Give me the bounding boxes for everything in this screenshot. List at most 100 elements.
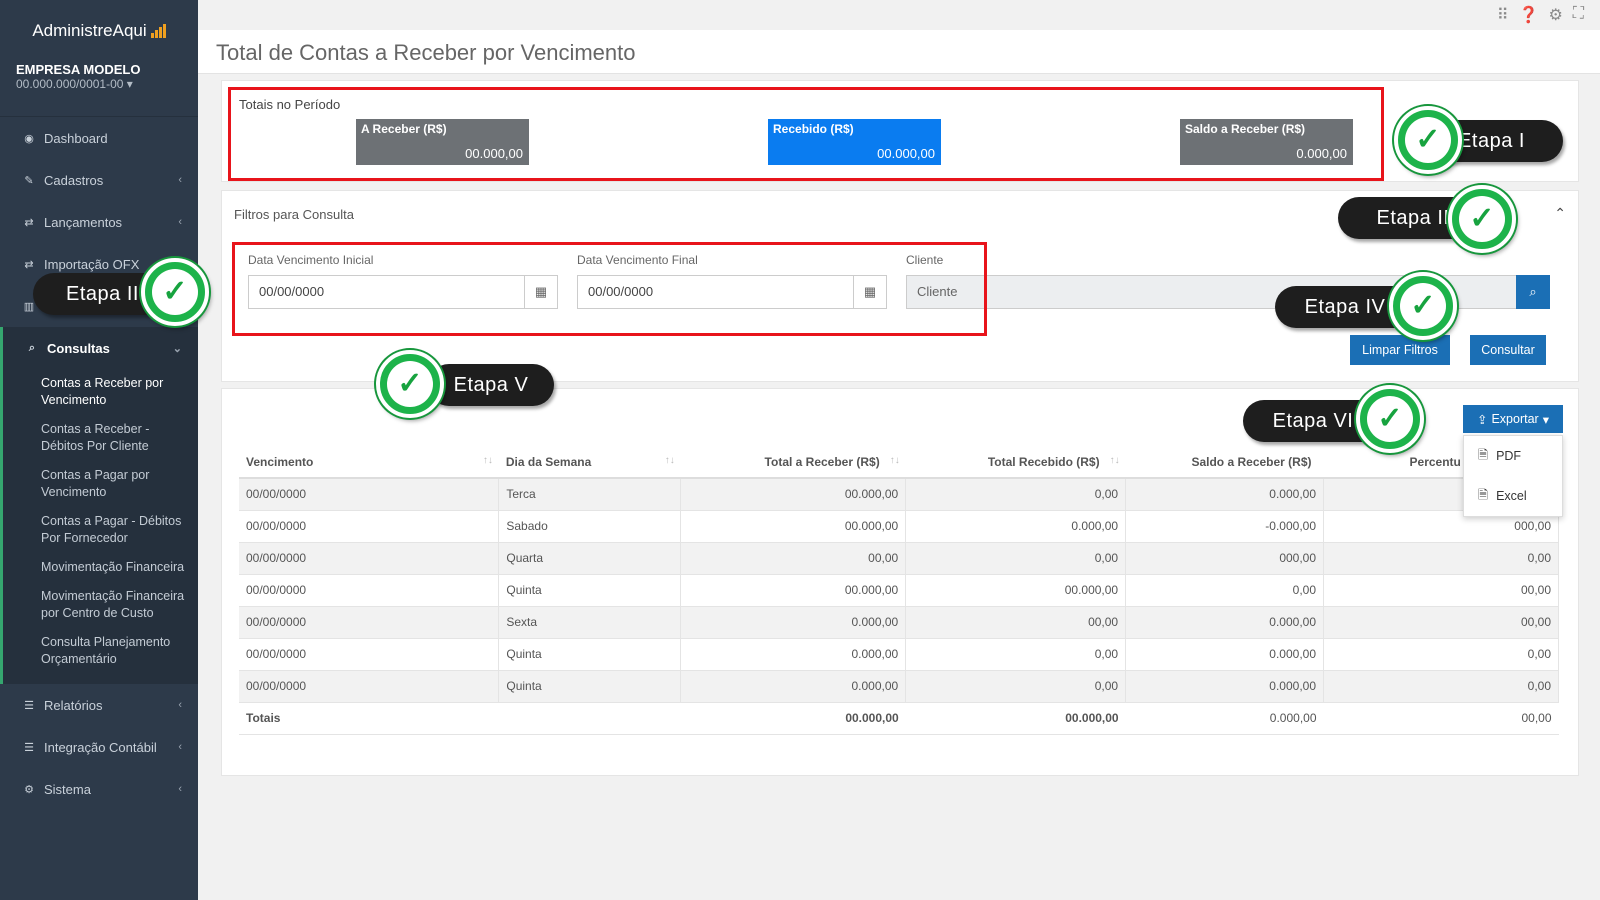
company-selector[interactable]: EMPRESA MODELO 00.000.000/0001-00 ▾: [0, 62, 198, 114]
cell-total-recebido: 0.000,00: [905, 510, 1127, 543]
expand-icon[interactable]: ⛶: [1573, 5, 1584, 25]
sidebar: AdministreAqui EMPRESA MODELO 00.000.000…: [0, 0, 198, 900]
table-row[interactable]: 00/00/0000 Quarta 00,00 0,00 000,00 0,00: [239, 542, 1559, 575]
cell-total-recebido: 00.000,00: [905, 574, 1127, 607]
search-icon: ⌕: [1529, 284, 1537, 299]
col-vencimento[interactable]: Vencimento ↑↓: [239, 446, 499, 479]
table-row[interactable]: 00/00/0000 Sabado 00.000,00 0.000,00 -0.…: [239, 510, 1559, 543]
sort-icon: ↑↓: [1109, 455, 1120, 466]
caret-down-icon: ▾: [126, 77, 133, 91]
sidebar-item-label: Relatórios: [44, 697, 103, 713]
cell-total-receber: 0.000,00: [680, 606, 907, 639]
highlight-box-dates: [232, 242, 987, 336]
cell-total-recebido: 0,00: [905, 478, 1127, 511]
sidebar-item-cadastros[interactable]: ✎ Cadastros ‹: [0, 159, 198, 201]
cell-vencimento: 00/00/0000: [239, 574, 500, 607]
cell-total-receber: 00.000,00: [680, 478, 907, 511]
sort-icon: ↑↓: [664, 455, 675, 466]
gear-icon[interactable]: ⚙: [1548, 5, 1562, 25]
check-icon: ✓: [141, 258, 209, 326]
caret-down-icon: ▾: [1542, 412, 1549, 427]
brand-name: AdministreAqui: [32, 21, 147, 40]
edit-icon: ✎: [24, 174, 34, 187]
sidebar-subitem-contas-receber-vencimento[interactable]: Contas a Receber por Vencimento: [3, 369, 198, 415]
col-percentual-label: Percentu: [1409, 454, 1461, 469]
apps-grid-icon[interactable]: ⠿: [1497, 5, 1509, 25]
cell-percentual: 0,00: [1323, 670, 1559, 703]
col-vencimento-label: Vencimento: [246, 454, 314, 469]
sidebar-group-consultas: ⌕ Consultas ⌄ Contas a Receber por Venci…: [0, 327, 198, 684]
check-icon: ✓: [1394, 106, 1462, 174]
table-row[interactable]: 00/00/0000 Sexta 0.000,00 00,00 0.000,00…: [239, 606, 1559, 639]
sidebar-item-relatorios[interactable]: ☰ Relatórios ‹: [0, 684, 198, 726]
sidebar-item-dashboard[interactable]: ◉ Dashboard: [0, 117, 198, 159]
sidebar-subitem-planejamento-orcamentario[interactable]: Consulta Planejamento Orçamentário: [3, 628, 198, 674]
export-excel-option[interactable]: 🗎 Excel: [1464, 476, 1562, 516]
sidebar-subitem-movimentacao-financeira[interactable]: Movimentação Financeira: [3, 553, 198, 582]
etapa-5-tag: Etapa V: [428, 364, 554, 406]
cell-dia: Sabado: [498, 510, 682, 543]
cell-total-recebido: 00,00: [905, 606, 1127, 639]
cell-vencimento: 00/00/0000: [239, 670, 500, 703]
chevron-down-icon: ⌄: [172, 342, 182, 355]
company-cnpj: 00.000.000/0001-00: [16, 77, 124, 91]
table-row[interactable]: 00/00/0000 Terca 00.000,00 0,00 0.000,00: [239, 478, 1559, 511]
cell-vencimento: 00/00/0000: [239, 510, 500, 543]
table-row[interactable]: 00/00/0000 Quinta 0.000,00 0,00 0.000,00…: [239, 638, 1559, 671]
exchange-icon: ⇄: [24, 258, 34, 271]
col-saldo-receber-label: Saldo a Receber (R$): [1191, 454, 1312, 469]
export-pdf-label: PDF: [1496, 449, 1522, 463]
cell-total-recebido: 0,00: [905, 638, 1127, 671]
cell-saldo: 000,00: [1125, 542, 1325, 575]
export-button[interactable]: ⇪ Exportar ▾: [1463, 405, 1563, 433]
check-icon: ✓: [1389, 272, 1457, 340]
sidebar-subitem-contas-pagar-vencimento[interactable]: Contas a Pagar por Vencimento: [3, 461, 198, 507]
dashboard-icon: ◉: [24, 132, 34, 145]
limpar-filtros-button[interactable]: Limpar Filtros: [1350, 335, 1450, 365]
sidebar-item-label: Dashboard: [44, 130, 108, 146]
table-row[interactable]: 00/00/0000 Quinta 0.000,00 0,00 0.000,00…: [239, 670, 1559, 703]
cell-totais-recebido: 00.000,00: [905, 702, 1126, 735]
cell-totais-label: Totais: [239, 702, 499, 735]
cell-dia: Sexta: [498, 606, 682, 639]
check-icon: ✓: [1356, 385, 1424, 453]
sidebar-item-integracao-contabil[interactable]: ☰ Integração Contábil ‹: [0, 726, 198, 768]
sidebar-item-label: Integração Contábil: [44, 739, 157, 755]
check-icon: ✓: [376, 350, 444, 418]
sidebar-item-label: Cadastros: [44, 172, 104, 188]
brand-logo[interactable]: AdministreAqui: [0, 0, 198, 62]
sidebar-subitem-contas-pagar-debitos[interactable]: Contas a Pagar - Débitos Por Fornecedor: [3, 507, 198, 553]
col-total-receber[interactable]: Total a Receber (R$) ↑↓: [680, 446, 906, 479]
cell-saldo: 0.000,00: [1125, 670, 1325, 703]
cell-dia: Terca: [498, 478, 682, 511]
col-total-recebido[interactable]: Total Recebido (R$) ↑↓: [905, 446, 1126, 479]
sidebar-item-consultas[interactable]: ⌕ Consultas ⌄: [3, 327, 198, 369]
sidebar-item-sistema[interactable]: ⚙ Sistema ‹: [0, 768, 198, 810]
cell-total-receber: 0.000,00: [680, 670, 907, 703]
cell-saldo: 0.000,00: [1125, 478, 1325, 511]
cell-saldo: 0.000,00: [1125, 606, 1325, 639]
table-totals-row: Totais 00.000,00 00.000,00 0.000,00 00,0…: [239, 702, 1559, 735]
consultar-button[interactable]: Consultar: [1470, 335, 1546, 365]
sidebar-subitem-contas-receber-debitos[interactable]: Contas a Receber - Débitos Por Cliente: [3, 415, 198, 461]
col-dia-semana[interactable]: Dia da Semana ↑↓: [498, 446, 681, 479]
gears-icon: ⚙: [24, 783, 34, 796]
export-pdf-option[interactable]: 🗎 PDF: [1464, 436, 1562, 476]
col-saldo-receber[interactable]: Saldo a Receber (R$): [1125, 446, 1324, 479]
chevron-left-icon: ‹: [178, 741, 182, 753]
topbar: ⠿ ❓ ⚙ ⛶: [198, 0, 1600, 30]
cell-total-recebido: 0,00: [905, 670, 1127, 703]
sidebar-subitem-movimentacao-centro-custo[interactable]: Movimentação Financeira por Centro de Cu…: [3, 582, 198, 628]
list-icon: ☰: [24, 699, 34, 712]
exchange-icon: ⇄: [24, 216, 34, 229]
search-icon: ⌕: [28, 341, 36, 354]
cell-total-receber: 00.000,00: [680, 574, 907, 607]
search-button[interactable]: ⌕: [1516, 275, 1550, 309]
cell-totais-empty: [498, 702, 681, 735]
sort-icon: ↑↓: [889, 455, 900, 466]
help-icon[interactable]: ❓: [1519, 5, 1539, 25]
chevron-left-icon: ‹: [178, 783, 182, 795]
sidebar-item-lancamentos[interactable]: ⇄ Lançamentos ‹: [0, 201, 198, 243]
table-row[interactable]: 00/00/0000 Quinta 00.000,00 00.000,00 0,…: [239, 574, 1559, 607]
chevron-up-icon[interactable]: ⌃: [1554, 205, 1566, 222]
